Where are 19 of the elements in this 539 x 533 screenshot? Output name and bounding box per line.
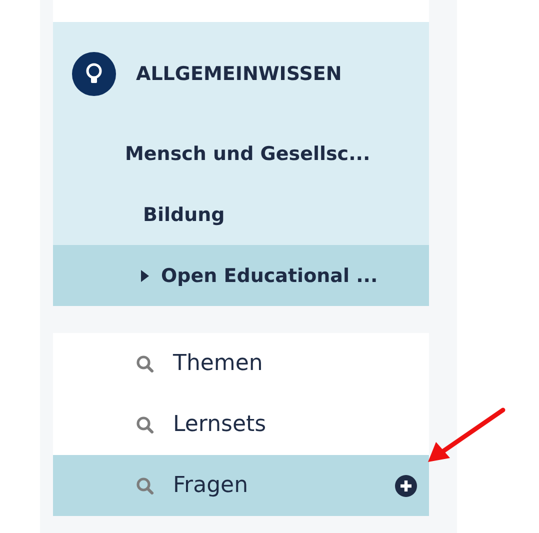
tree-item-label: Mensch und Gesellsc... (125, 142, 370, 164)
search-icon (135, 414, 155, 434)
caret-icon (141, 270, 149, 282)
search-icon (135, 354, 155, 374)
view-label: Themen (173, 351, 264, 376)
add-icon[interactable] (395, 474, 417, 496)
selected-tree-item[interactable]: Open Educational ... (53, 245, 429, 306)
lightbulb-icon (72, 52, 116, 96)
tree-item[interactable]: Mensch und Gesellsc... (53, 123, 429, 184)
view-item[interactable]: Themen (53, 333, 429, 394)
category-title: ALLGEMEINWISSEN (136, 63, 342, 85)
tree-item-label: Open Educational ... (161, 264, 378, 286)
tree-item[interactable]: Bildung (53, 184, 429, 245)
view-item[interactable]: Fragen (53, 455, 429, 516)
view-item[interactable]: Lernsets (53, 394, 429, 455)
view-label: Lernsets (173, 412, 268, 437)
search-icon (135, 476, 155, 496)
tree-item-label: Bildung (143, 204, 225, 226)
view-label: Fragen (173, 473, 250, 498)
